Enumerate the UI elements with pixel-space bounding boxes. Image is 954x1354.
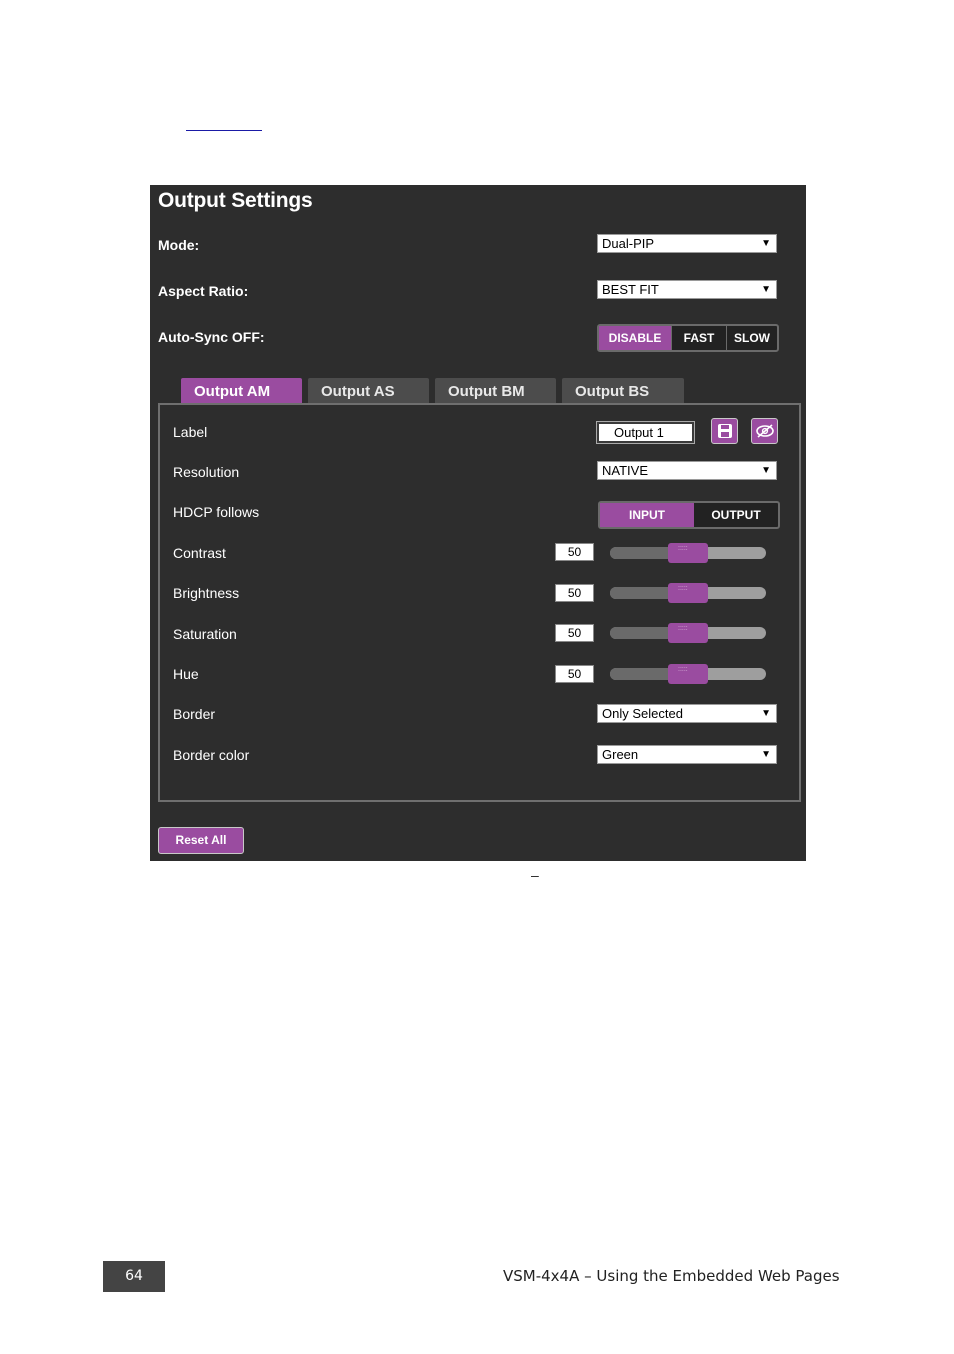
dropdown-arrow-icon: ▼	[761, 749, 771, 760]
save-button[interactable]	[711, 418, 738, 444]
hdcp-input-button[interactable]: INPUT	[600, 503, 694, 527]
tab-output-bs[interactable]: Output BS	[562, 378, 684, 405]
brightness-slider[interactable]	[610, 583, 766, 603]
output-label-label: Label	[173, 424, 208, 440]
resolution-label: Resolution	[173, 464, 240, 480]
saturation-slider[interactable]	[610, 623, 766, 643]
top-link-underline[interactable]	[186, 130, 262, 131]
contrast-label: Contrast	[173, 545, 226, 561]
hdcp-toggle: INPUT OUTPUT	[598, 501, 780, 529]
hide-label-button[interactable]	[751, 418, 778, 444]
mode-select[interactable]: Dual-PIP ▼	[597, 234, 777, 253]
panel-title: Output Settings	[158, 189, 313, 212]
brightness-slider-thumb[interactable]	[668, 583, 708, 603]
reset-all-button[interactable]: Reset All	[158, 827, 244, 854]
mode-value: Dual-PIP	[602, 236, 655, 251]
auto-sync-slow-button[interactable]: SLOW	[726, 326, 777, 350]
footer-title: VSM-4x4A – Using the Embedded Web Pages	[503, 1267, 840, 1285]
hdcp-output-button[interactable]: OUTPUT	[694, 503, 778, 527]
border-color-value: Green	[602, 747, 639, 762]
aspect-ratio-value: BEST FIT	[602, 282, 659, 297]
brightness-label: Brightness	[173, 585, 240, 601]
save-icon	[717, 424, 732, 438]
hue-input[interactable]: 50	[555, 665, 594, 683]
border-color-select[interactable]: Green ▼	[597, 745, 777, 764]
auto-sync-fast-button[interactable]: FAST	[671, 326, 726, 350]
saturation-label: Saturation	[173, 626, 237, 642]
mode-label: Mode:	[158, 237, 200, 253]
aspect-ratio-label: Aspect Ratio:	[158, 283, 249, 299]
output-label-input[interactable]: Output 1	[596, 421, 695, 444]
output-settings-panel: Output Settings Mode: Dual-PIP ▼ Aspect …	[150, 185, 806, 861]
dropdown-arrow-icon: ▼	[761, 284, 771, 295]
auto-sync-label: Auto-Sync OFF:	[158, 329, 265, 345]
auto-sync-disable-button[interactable]: DISABLE	[599, 326, 671, 350]
hide-icon	[755, 424, 774, 438]
hdcp-label: HDCP follows	[173, 504, 260, 520]
tab-output-bm[interactable]: Output BM	[435, 378, 556, 405]
auto-sync-toggle: DISABLE FAST SLOW	[597, 324, 779, 352]
tab-output-am[interactable]: Output AM	[181, 378, 302, 405]
border-value: Only Selected	[602, 706, 683, 721]
contrast-slider-thumb[interactable]	[668, 543, 708, 563]
aspect-ratio-select[interactable]: BEST FIT ▼	[597, 280, 777, 299]
hue-slider[interactable]	[610, 664, 766, 684]
figure-caption: –	[531, 867, 539, 883]
dropdown-arrow-icon: ▼	[761, 238, 771, 249]
page-number: 64	[103, 1261, 165, 1292]
dropdown-arrow-icon: ▼	[761, 465, 771, 476]
contrast-input[interactable]: 50	[555, 543, 594, 561]
brightness-input[interactable]: 50	[555, 584, 594, 602]
border-color-label: Border color	[173, 747, 250, 763]
resolution-select[interactable]: NATIVE ▼	[597, 461, 777, 480]
dropdown-arrow-icon: ▼	[761, 708, 771, 719]
saturation-input[interactable]: 50	[555, 624, 594, 642]
border-label: Border	[173, 706, 216, 722]
border-select[interactable]: Only Selected ▼	[597, 704, 777, 723]
contrast-slider[interactable]	[610, 543, 766, 563]
resolution-value: NATIVE	[602, 463, 648, 478]
tab-output-as[interactable]: Output AS	[308, 378, 429, 405]
saturation-slider-thumb[interactable]	[668, 623, 708, 643]
hue-label: Hue	[173, 666, 199, 682]
hue-slider-thumb[interactable]	[668, 664, 708, 684]
